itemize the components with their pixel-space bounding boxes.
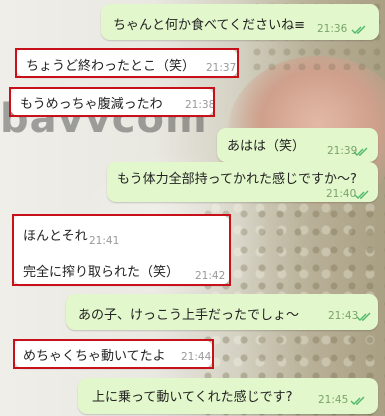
message-time: 21:36	[317, 23, 348, 35]
message-time: 21:40	[326, 188, 357, 200]
highlight-box	[13, 339, 214, 369]
double-check-icon	[351, 25, 369, 35]
highlight-box	[12, 214, 231, 286]
message-bubble-outgoing[interactable]: もう体力全部持ってかれた感じですか〜? 21:40	[107, 162, 378, 202]
double-check-icon	[356, 312, 374, 322]
double-check-icon	[353, 147, 371, 157]
message-bubble-outgoing[interactable]: ちゃんと何か食べてくださいね≡ 21:36	[101, 4, 379, 40]
message-text: もう体力全部持ってかれた感じですか〜?	[117, 172, 357, 187]
message-time: 21:45	[318, 394, 349, 406]
message-text: 上に乗って動いてくれた感じです?	[92, 390, 293, 405]
message-bubble-outgoing[interactable]: 上に乗って動いてくれた感じです? 21:45	[78, 378, 378, 414]
message-bubble-outgoing[interactable]: あの子、けっこう上手だったでしょ〜 21:43	[66, 294, 378, 330]
message-bubble-outgoing[interactable]: あはは（笑） 21:39	[217, 128, 378, 162]
message-text: あの子、けっこう上手だったでしょ〜	[78, 308, 300, 323]
highlight-box	[9, 87, 215, 117]
double-check-icon	[350, 396, 368, 406]
message-time: 21:43	[328, 310, 359, 322]
double-check-icon	[354, 190, 372, 200]
highlight-box	[15, 48, 239, 78]
message-text: あはは（笑）	[227, 139, 306, 154]
message-text: ちゃんと何か食べてくださいね≡	[113, 18, 305, 33]
